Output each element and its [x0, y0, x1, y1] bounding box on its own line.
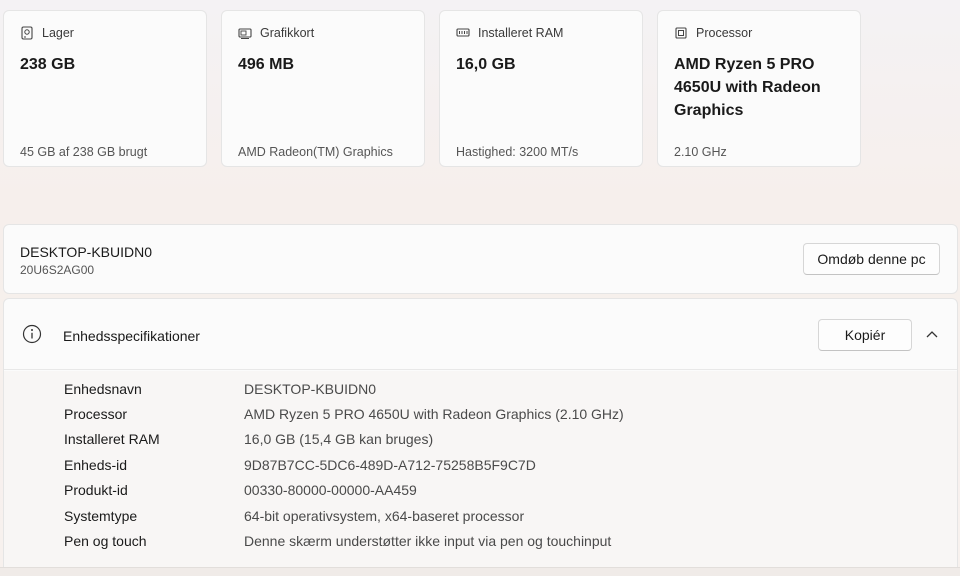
- card-subtext: Hastighed: 3200 MT/s: [456, 145, 579, 159]
- card-value: 238 GB: [20, 56, 76, 73]
- card-label: Grafikkort: [260, 26, 315, 40]
- spec-key: Enhedsnavn: [64, 381, 142, 397]
- processor-icon: [675, 27, 687, 39]
- specifications-body: Enhedsnavn DESKTOP-KBUIDN0 Processor AMD…: [4, 371, 957, 576]
- device-name-panel: DESKTOP-KBUIDN0 20U6S2AG00 Omdøb denne p…: [3, 224, 958, 294]
- specifications-title: Enhedsspecifikationer: [63, 328, 200, 344]
- spec-value: DESKTOP-KBUIDN0: [244, 381, 376, 397]
- spec-key: Produkt-id: [64, 482, 128, 498]
- spec-key: Pen og touch: [64, 533, 147, 549]
- copy-button[interactable]: Kopiér: [818, 319, 912, 351]
- ram-card[interactable]: Installeret RAM 16,0 GB Hastighed: 3200 …: [439, 10, 643, 167]
- spec-row: Enheds-id 9D87B7CC-5DC6-489D-A712-75258B…: [64, 457, 536, 477]
- device-model: 20U6S2AG00: [20, 263, 95, 277]
- spec-row: Pen og touch Denne skærm understøtter ik…: [64, 533, 611, 553]
- spec-value: 9D87B7CC-5DC6-489D-A712-75258B5F9C7D: [244, 457, 536, 473]
- card-subtext: AMD Radeon(TM) Graphics: [238, 145, 393, 159]
- card-subtext: 45 GB af 238 GB brugt: [20, 145, 148, 159]
- storage-card[interactable]: Lager 238 GB 45 GB af 238 GB brugt: [3, 10, 207, 167]
- card-label: Processor: [696, 26, 753, 40]
- card-subtext: 2.10 GHz: [674, 145, 727, 159]
- spec-value: AMD Ryzen 5 PRO 4650U with Radeon Graphi…: [244, 406, 624, 422]
- processor-card[interactable]: Processor AMD Ryzen 5 PRO 4650U with Rad…: [657, 10, 861, 167]
- next-section-edge: [0, 567, 960, 576]
- spec-key: Installeret RAM: [64, 431, 160, 447]
- card-value: AMD Ryzen 5 PRO 4650U with Radeon Graphi…: [674, 56, 821, 119]
- specifications-header[interactable]: Enhedsspecifikationer Kopiér: [4, 299, 957, 370]
- device-name: DESKTOP-KBUIDN0: [20, 244, 152, 260]
- spec-value: 64-bit operativsystem, x64-baseret proce…: [244, 508, 525, 524]
- spec-row: Processor AMD Ryzen 5 PRO 4650U with Rad…: [64, 406, 624, 426]
- chevron-up-icon[interactable]: [925, 329, 939, 339]
- spec-key: Systemtype: [64, 508, 138, 524]
- spec-row: Enhedsnavn DESKTOP-KBUIDN0: [64, 381, 376, 401]
- spec-row: Installeret RAM 16,0 GB (15,4 GB kan bru…: [64, 431, 433, 451]
- info-icon: [22, 324, 42, 344]
- spec-value: 00330-80000-00000-AA459: [244, 482, 417, 498]
- device-specifications-section: Enhedsspecifikationer Kopiér Enhedsnavn …: [3, 298, 958, 576]
- card-label: Lager: [42, 26, 74, 40]
- card-value: 16,0 GB: [456, 56, 516, 73]
- graphics-card[interactable]: Grafikkort 496 MB AMD Radeon(TM) Graphic…: [221, 10, 425, 167]
- rename-pc-button[interactable]: Omdøb denne pc: [803, 243, 940, 275]
- ram-icon: [456, 28, 470, 37]
- spec-row: Produkt-id 00330-80000-00000-AA459: [64, 482, 417, 502]
- spec-row: Systemtype 64-bit operativsystem, x64-ba…: [64, 508, 524, 528]
- spec-value: 16,0 GB (15,4 GB kan bruges): [244, 431, 434, 447]
- spec-key: Processor: [64, 406, 128, 422]
- graphics-card-icon: [238, 28, 252, 39]
- card-label: Installeret RAM: [478, 26, 564, 40]
- spec-value: Denne skærm understøtter ikke input via …: [244, 533, 612, 549]
- storage-icon: [21, 26, 33, 40]
- spec-key: Enheds-id: [64, 457, 128, 473]
- card-value: 496 MB: [238, 56, 295, 73]
